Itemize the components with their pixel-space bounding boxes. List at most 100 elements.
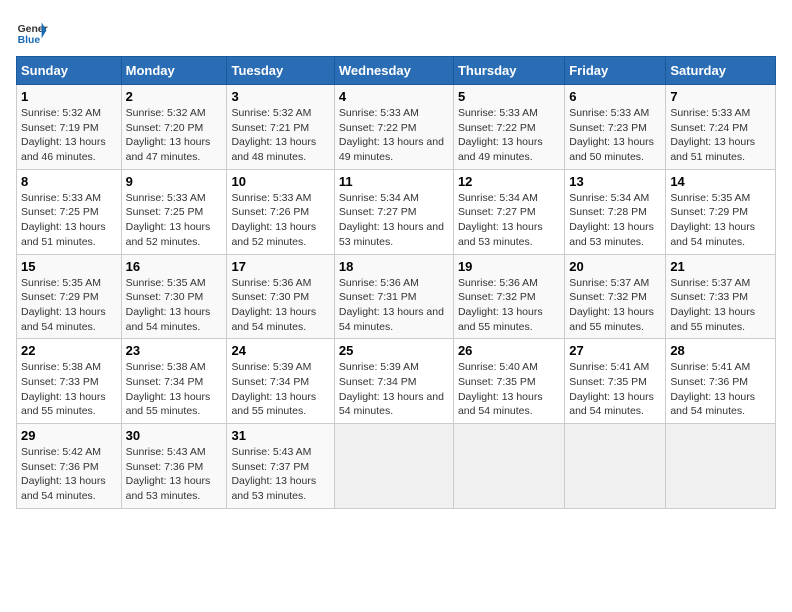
day-info: Sunrise: 5:41 AMSunset: 7:36 PMDaylight:… xyxy=(670,361,755,417)
day-number: 18 xyxy=(339,259,449,274)
calendar-cell: 1 Sunrise: 5:32 AMSunset: 7:19 PMDayligh… xyxy=(17,85,122,170)
calendar-cell xyxy=(666,424,776,509)
calendar-cell: 8 Sunrise: 5:33 AMSunset: 7:25 PMDayligh… xyxy=(17,169,122,254)
day-number: 26 xyxy=(458,343,560,358)
calendar-cell: 25 Sunrise: 5:39 AMSunset: 7:34 PMDaylig… xyxy=(334,339,453,424)
logo-icon: General Blue xyxy=(16,16,48,48)
day-number: 14 xyxy=(670,174,771,189)
calendar-week-3: 15 Sunrise: 5:35 AMSunset: 7:29 PMDaylig… xyxy=(17,254,776,339)
calendar-cell: 3 Sunrise: 5:32 AMSunset: 7:21 PMDayligh… xyxy=(227,85,334,170)
calendar-cell: 20 Sunrise: 5:37 AMSunset: 7:32 PMDaylig… xyxy=(565,254,666,339)
day-info: Sunrise: 5:34 AMSunset: 7:27 PMDaylight:… xyxy=(458,192,543,248)
day-number: 24 xyxy=(231,343,329,358)
day-info: Sunrise: 5:35 AMSunset: 7:29 PMDaylight:… xyxy=(21,277,106,333)
day-number: 31 xyxy=(231,428,329,443)
calendar-cell: 26 Sunrise: 5:40 AMSunset: 7:35 PMDaylig… xyxy=(453,339,564,424)
day-number: 11 xyxy=(339,174,449,189)
calendar-cell xyxy=(334,424,453,509)
calendar-cell xyxy=(565,424,666,509)
day-number: 16 xyxy=(126,259,223,274)
calendar-cell: 13 Sunrise: 5:34 AMSunset: 7:28 PMDaylig… xyxy=(565,169,666,254)
day-info: Sunrise: 5:33 AMSunset: 7:23 PMDaylight:… xyxy=(569,107,654,163)
day-number: 2 xyxy=(126,89,223,104)
weekday-header-thursday: Thursday xyxy=(453,57,564,85)
calendar-cell: 28 Sunrise: 5:41 AMSunset: 7:36 PMDaylig… xyxy=(666,339,776,424)
day-info: Sunrise: 5:33 AMSunset: 7:26 PMDaylight:… xyxy=(231,192,316,248)
day-info: Sunrise: 5:40 AMSunset: 7:35 PMDaylight:… xyxy=(458,361,543,417)
day-number: 9 xyxy=(126,174,223,189)
day-number: 23 xyxy=(126,343,223,358)
day-number: 12 xyxy=(458,174,560,189)
day-info: Sunrise: 5:33 AMSunset: 7:25 PMDaylight:… xyxy=(21,192,106,248)
calendar-cell: 6 Sunrise: 5:33 AMSunset: 7:23 PMDayligh… xyxy=(565,85,666,170)
day-info: Sunrise: 5:33 AMSunset: 7:25 PMDaylight:… xyxy=(126,192,211,248)
day-info: Sunrise: 5:36 AMSunset: 7:32 PMDaylight:… xyxy=(458,277,543,333)
day-info: Sunrise: 5:36 AMSunset: 7:30 PMDaylight:… xyxy=(231,277,316,333)
day-info: Sunrise: 5:33 AMSunset: 7:24 PMDaylight:… xyxy=(670,107,755,163)
calendar-table: SundayMondayTuesdayWednesdayThursdayFrid… xyxy=(16,56,776,509)
day-info: Sunrise: 5:32 AMSunset: 7:20 PMDaylight:… xyxy=(126,107,211,163)
svg-text:Blue: Blue xyxy=(18,35,41,46)
day-number: 20 xyxy=(569,259,661,274)
day-number: 1 xyxy=(21,89,117,104)
day-info: Sunrise: 5:43 AMSunset: 7:36 PMDaylight:… xyxy=(126,446,211,502)
day-number: 17 xyxy=(231,259,329,274)
day-number: 27 xyxy=(569,343,661,358)
calendar-cell: 17 Sunrise: 5:36 AMSunset: 7:30 PMDaylig… xyxy=(227,254,334,339)
calendar-cell: 12 Sunrise: 5:34 AMSunset: 7:27 PMDaylig… xyxy=(453,169,564,254)
calendar-cell: 23 Sunrise: 5:38 AMSunset: 7:34 PMDaylig… xyxy=(121,339,227,424)
day-number: 21 xyxy=(670,259,771,274)
weekday-header-friday: Friday xyxy=(565,57,666,85)
weekday-header-sunday: Sunday xyxy=(17,57,122,85)
calendar-cell: 18 Sunrise: 5:36 AMSunset: 7:31 PMDaylig… xyxy=(334,254,453,339)
day-info: Sunrise: 5:32 AMSunset: 7:21 PMDaylight:… xyxy=(231,107,316,163)
day-info: Sunrise: 5:36 AMSunset: 7:31 PMDaylight:… xyxy=(339,277,444,333)
day-number: 30 xyxy=(126,428,223,443)
day-info: Sunrise: 5:43 AMSunset: 7:37 PMDaylight:… xyxy=(231,446,316,502)
calendar-cell xyxy=(453,424,564,509)
calendar-cell: 29 Sunrise: 5:42 AMSunset: 7:36 PMDaylig… xyxy=(17,424,122,509)
day-info: Sunrise: 5:37 AMSunset: 7:33 PMDaylight:… xyxy=(670,277,755,333)
day-info: Sunrise: 5:33 AMSunset: 7:22 PMDaylight:… xyxy=(458,107,543,163)
day-info: Sunrise: 5:39 AMSunset: 7:34 PMDaylight:… xyxy=(339,361,444,417)
day-number: 25 xyxy=(339,343,449,358)
calendar-cell: 21 Sunrise: 5:37 AMSunset: 7:33 PMDaylig… xyxy=(666,254,776,339)
calendar-cell: 15 Sunrise: 5:35 AMSunset: 7:29 PMDaylig… xyxy=(17,254,122,339)
day-info: Sunrise: 5:35 AMSunset: 7:29 PMDaylight:… xyxy=(670,192,755,248)
day-info: Sunrise: 5:32 AMSunset: 7:19 PMDaylight:… xyxy=(21,107,106,163)
calendar-week-1: 1 Sunrise: 5:32 AMSunset: 7:19 PMDayligh… xyxy=(17,85,776,170)
day-number: 8 xyxy=(21,174,117,189)
calendar-cell: 2 Sunrise: 5:32 AMSunset: 7:20 PMDayligh… xyxy=(121,85,227,170)
calendar-cell: 4 Sunrise: 5:33 AMSunset: 7:22 PMDayligh… xyxy=(334,85,453,170)
calendar-cell: 27 Sunrise: 5:41 AMSunset: 7:35 PMDaylig… xyxy=(565,339,666,424)
day-number: 19 xyxy=(458,259,560,274)
calendar-cell: 31 Sunrise: 5:43 AMSunset: 7:37 PMDaylig… xyxy=(227,424,334,509)
day-info: Sunrise: 5:35 AMSunset: 7:30 PMDaylight:… xyxy=(126,277,211,333)
day-number: 28 xyxy=(670,343,771,358)
calendar-cell: 19 Sunrise: 5:36 AMSunset: 7:32 PMDaylig… xyxy=(453,254,564,339)
day-info: Sunrise: 5:33 AMSunset: 7:22 PMDaylight:… xyxy=(339,107,444,163)
calendar-week-4: 22 Sunrise: 5:38 AMSunset: 7:33 PMDaylig… xyxy=(17,339,776,424)
calendar-week-5: 29 Sunrise: 5:42 AMSunset: 7:36 PMDaylig… xyxy=(17,424,776,509)
calendar-cell: 22 Sunrise: 5:38 AMSunset: 7:33 PMDaylig… xyxy=(17,339,122,424)
day-info: Sunrise: 5:38 AMSunset: 7:34 PMDaylight:… xyxy=(126,361,211,417)
day-number: 13 xyxy=(569,174,661,189)
day-info: Sunrise: 5:39 AMSunset: 7:34 PMDaylight:… xyxy=(231,361,316,417)
day-number: 10 xyxy=(231,174,329,189)
calendar-week-2: 8 Sunrise: 5:33 AMSunset: 7:25 PMDayligh… xyxy=(17,169,776,254)
weekday-header-wednesday: Wednesday xyxy=(334,57,453,85)
calendar-cell: 16 Sunrise: 5:35 AMSunset: 7:30 PMDaylig… xyxy=(121,254,227,339)
day-number: 7 xyxy=(670,89,771,104)
day-info: Sunrise: 5:42 AMSunset: 7:36 PMDaylight:… xyxy=(21,446,106,502)
day-number: 29 xyxy=(21,428,117,443)
logo: General Blue xyxy=(16,16,48,48)
calendar-cell: 30 Sunrise: 5:43 AMSunset: 7:36 PMDaylig… xyxy=(121,424,227,509)
day-info: Sunrise: 5:37 AMSunset: 7:32 PMDaylight:… xyxy=(569,277,654,333)
calendar-cell: 7 Sunrise: 5:33 AMSunset: 7:24 PMDayligh… xyxy=(666,85,776,170)
calendar-cell: 24 Sunrise: 5:39 AMSunset: 7:34 PMDaylig… xyxy=(227,339,334,424)
day-info: Sunrise: 5:41 AMSunset: 7:35 PMDaylight:… xyxy=(569,361,654,417)
calendar-cell: 5 Sunrise: 5:33 AMSunset: 7:22 PMDayligh… xyxy=(453,85,564,170)
day-number: 3 xyxy=(231,89,329,104)
calendar-cell: 14 Sunrise: 5:35 AMSunset: 7:29 PMDaylig… xyxy=(666,169,776,254)
weekday-header-tuesday: Tuesday xyxy=(227,57,334,85)
